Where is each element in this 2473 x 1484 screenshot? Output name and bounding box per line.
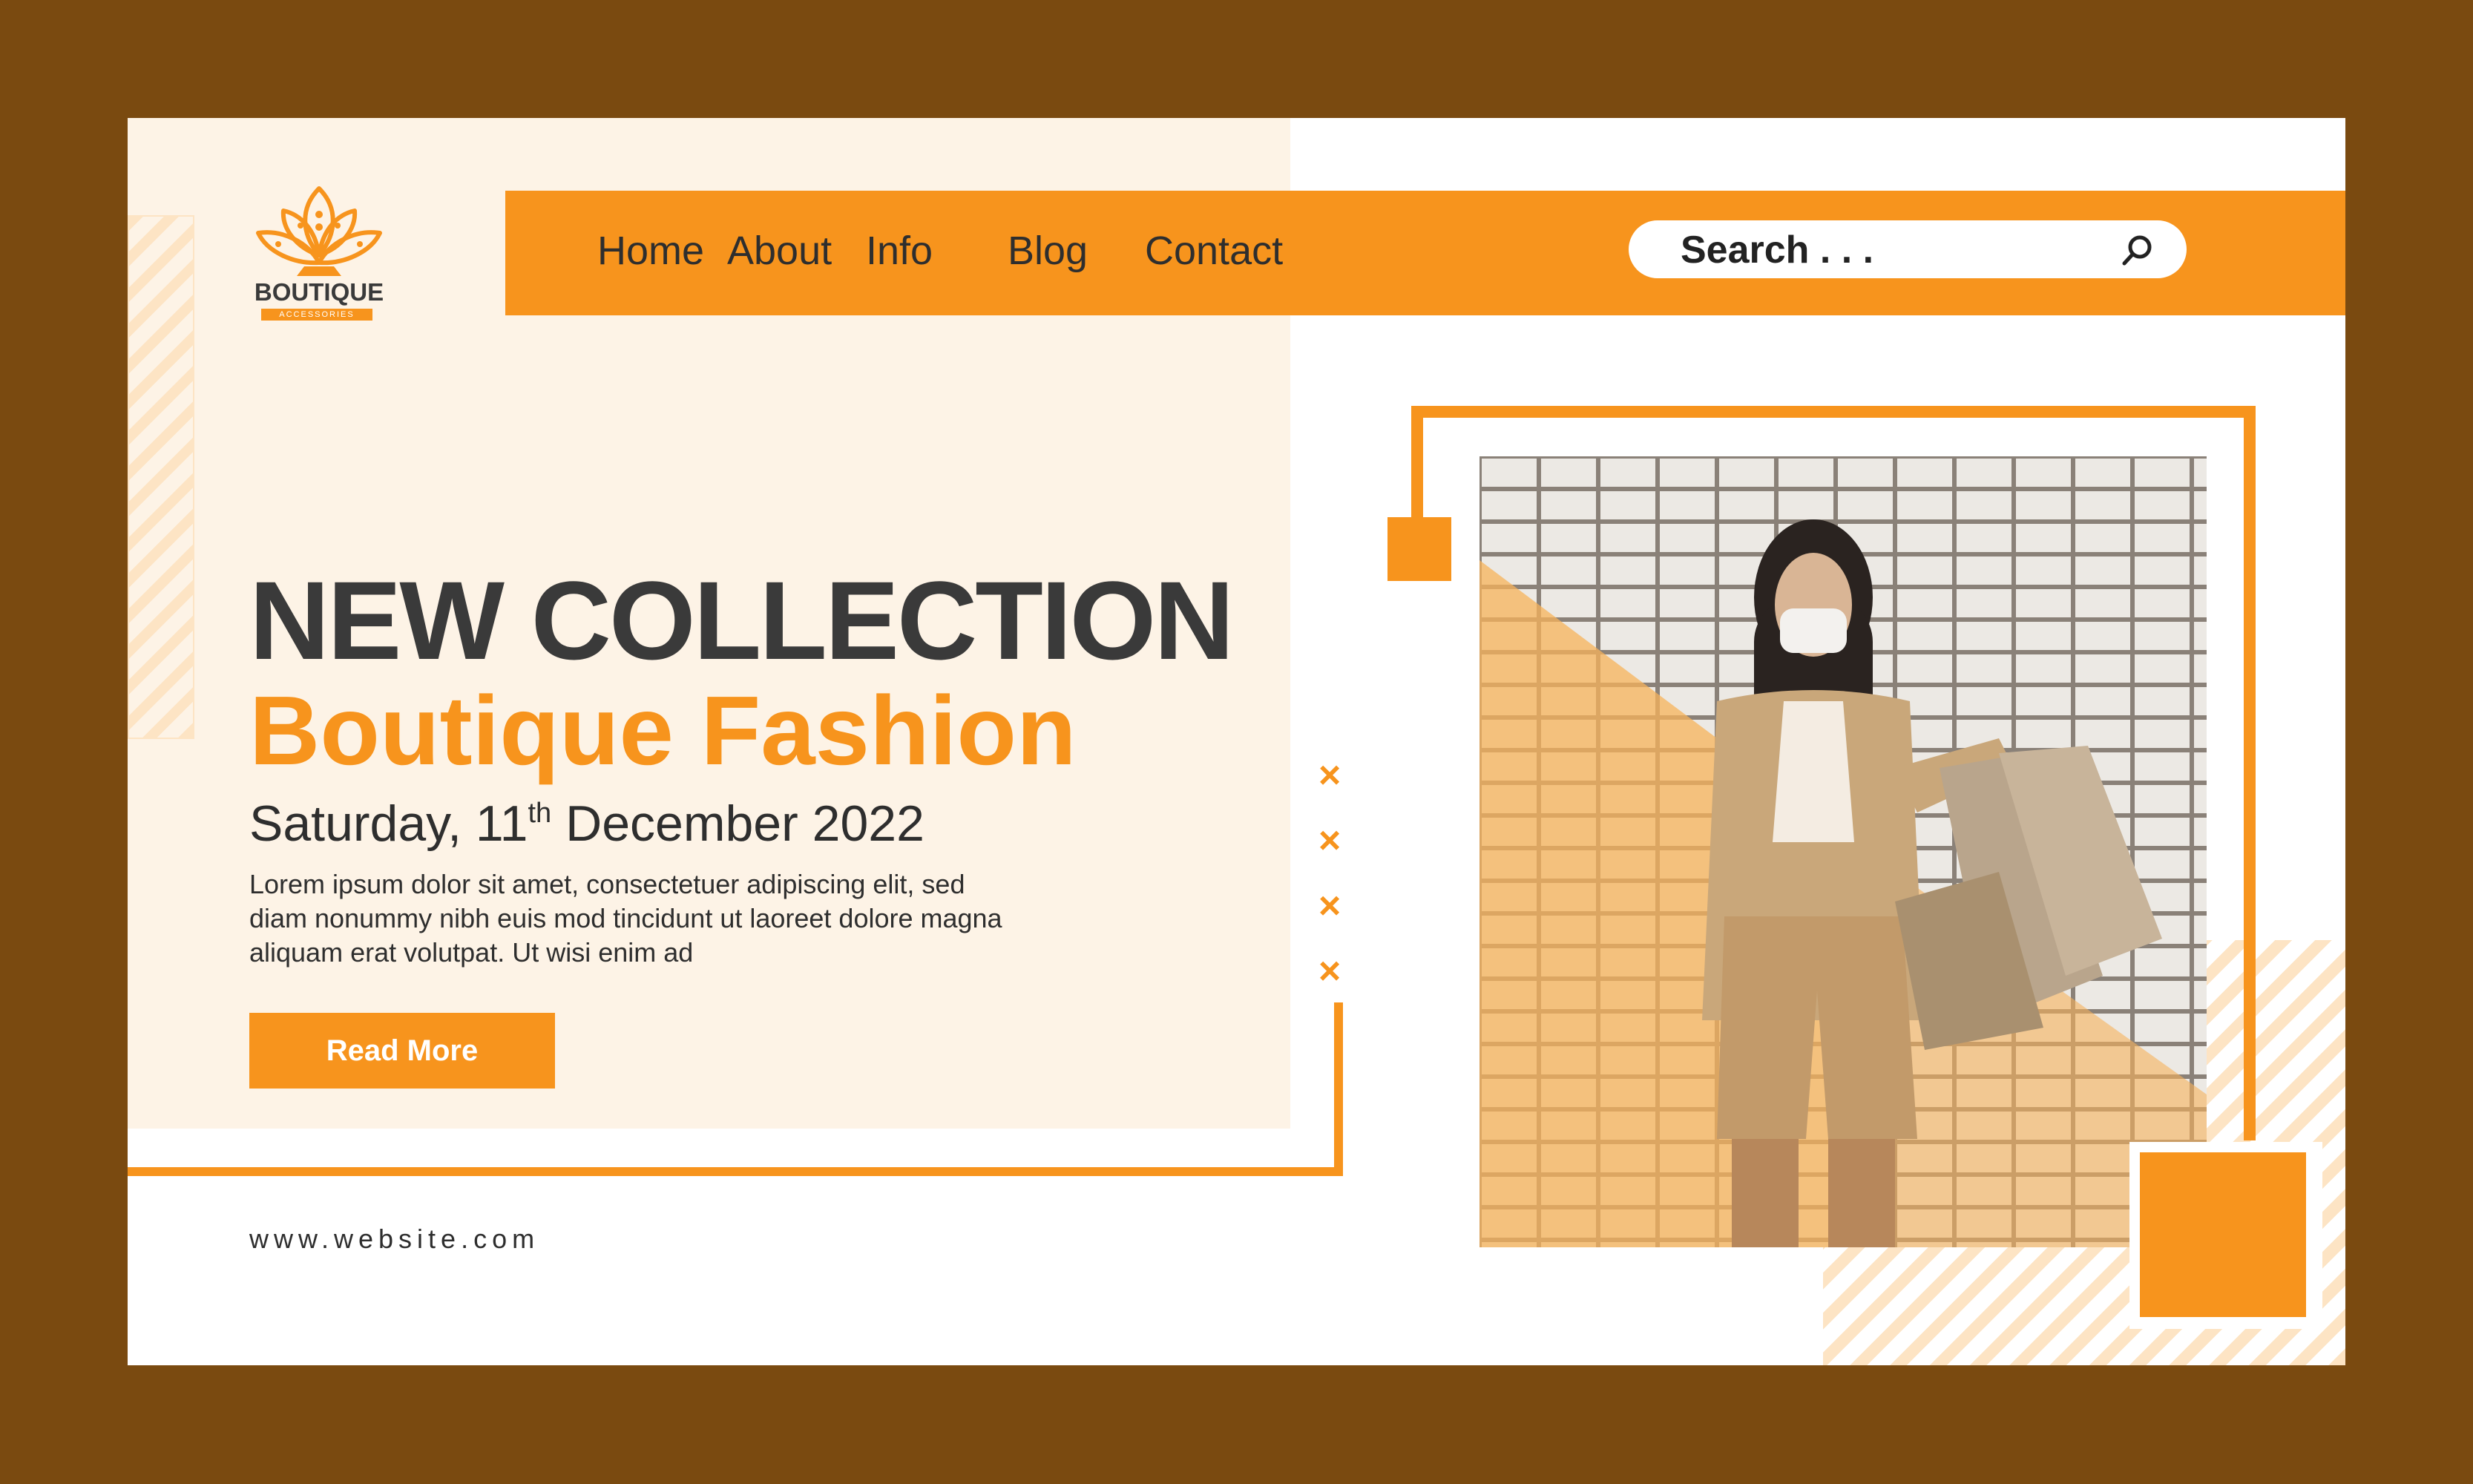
photo-frame-line: [1411, 406, 1423, 525]
nav-item-info[interactable]: Info: [866, 228, 933, 274]
top-navbar: Home About Info Blog Contact Search . . …: [505, 191, 2345, 315]
nav-item-blog[interactable]: Blog: [1008, 228, 1088, 274]
date-rest: December 2022: [551, 795, 924, 852]
hero-headline: NEW COLLECTION: [249, 558, 1235, 683]
search-box[interactable]: Search . . .: [1629, 220, 2187, 278]
nav-item-about[interactable]: About: [727, 228, 832, 274]
date-ordinal: th: [528, 798, 552, 829]
search-icon[interactable]: [2120, 232, 2155, 268]
decorative-frame-line: [128, 1167, 1343, 1176]
website-url[interactable]: www.website.com: [249, 1224, 539, 1255]
landing-page: BOUTIQUE ACCESSORIES Home About Info Blo…: [128, 118, 2345, 1365]
photo-frame-line: [1411, 406, 2256, 418]
hero-description: Lorem ipsum dolor sit amet, consectetuer…: [249, 869, 1002, 968]
decorative-square: [2140, 1152, 2306, 1317]
read-more-button[interactable]: Read More: [249, 1013, 555, 1089]
brand-logo[interactable]: BOUTIQUE ACCESSORIES: [245, 181, 393, 329]
event-date: Saturday, 11th December 2022: [249, 795, 924, 853]
nav-item-home[interactable]: Home: [597, 228, 704, 274]
search-input[interactable]: Search . . .: [1681, 228, 1873, 272]
x-mark-icon: ×: [1318, 884, 1341, 928]
model-photo-illustration: [1479, 456, 2207, 1247]
hero-model-photo: [1479, 456, 2207, 1247]
decorative-frame-line: [1334, 1002, 1343, 1176]
decorative-square: [1387, 517, 1451, 581]
x-mark-icon: ×: [1318, 754, 1341, 797]
brand-name: BOUTIQUE: [254, 278, 384, 306]
decorative-stripes-left: [128, 215, 194, 739]
hero-subheadline: Boutique Fashion: [249, 676, 1077, 785]
photo-frame-line: [2244, 406, 2256, 1140]
lotus-icon: [256, 186, 382, 276]
date-prefix: Saturday, 11: [249, 795, 528, 852]
brand-tagline: ACCESSORIES: [261, 309, 372, 321]
nav-item-contact[interactable]: Contact: [1145, 228, 1283, 274]
x-mark-icon: ×: [1318, 950, 1341, 993]
x-mark-icon: ×: [1318, 819, 1341, 862]
